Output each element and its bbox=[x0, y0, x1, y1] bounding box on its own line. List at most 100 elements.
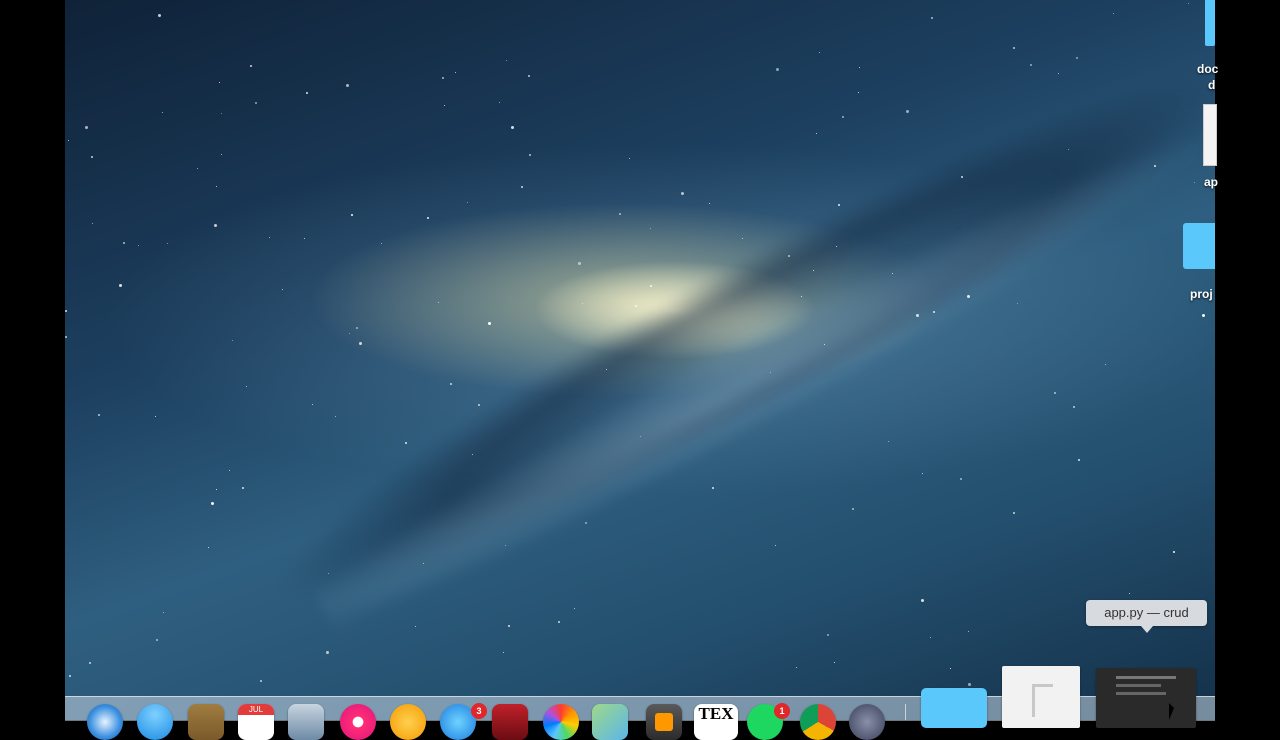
star bbox=[1113, 13, 1114, 14]
star bbox=[635, 305, 637, 307]
star bbox=[852, 508, 854, 510]
star bbox=[813, 270, 814, 271]
safari-compass-icon[interactable] bbox=[87, 704, 123, 740]
star bbox=[478, 404, 480, 406]
star bbox=[742, 238, 743, 239]
mail-icon[interactable] bbox=[137, 704, 173, 740]
star bbox=[444, 105, 445, 106]
star bbox=[89, 662, 91, 664]
star bbox=[1173, 551, 1175, 553]
galaxy-arm bbox=[302, 100, 1215, 650]
star bbox=[1078, 459, 1080, 461]
star bbox=[650, 285, 652, 287]
music-stack-icon[interactable] bbox=[1002, 666, 1080, 728]
terminal-line bbox=[1116, 684, 1161, 687]
star bbox=[506, 60, 507, 61]
star bbox=[712, 487, 714, 489]
star bbox=[933, 311, 935, 313]
star bbox=[415, 626, 416, 627]
star bbox=[816, 133, 817, 134]
star bbox=[442, 77, 444, 79]
star bbox=[930, 637, 931, 638]
star bbox=[232, 340, 233, 341]
star bbox=[968, 683, 971, 686]
calendar-icon[interactable]: JUL bbox=[238, 704, 274, 740]
star bbox=[1076, 57, 1078, 59]
star bbox=[819, 52, 820, 53]
star bbox=[1017, 303, 1018, 304]
star bbox=[916, 314, 919, 317]
calendar-month: JUL bbox=[238, 704, 274, 715]
star bbox=[359, 342, 362, 345]
photos-icon[interactable] bbox=[543, 704, 579, 740]
star bbox=[229, 470, 230, 471]
star bbox=[606, 369, 607, 370]
star bbox=[269, 237, 270, 238]
star bbox=[423, 563, 424, 564]
notes-icon[interactable] bbox=[188, 704, 224, 740]
star bbox=[1054, 392, 1056, 394]
star bbox=[216, 489, 217, 490]
star bbox=[858, 92, 859, 93]
itunes-music-icon[interactable] bbox=[340, 704, 376, 740]
documents-folder-label: doc bbox=[1197, 62, 1219, 76]
star bbox=[888, 441, 889, 442]
star bbox=[427, 217, 429, 219]
star bbox=[834, 662, 835, 663]
star bbox=[619, 213, 621, 215]
screen: doc d ap proj app.py — crud JUL 3 TEX 1 bbox=[0, 0, 1280, 740]
star bbox=[381, 243, 382, 244]
star bbox=[859, 67, 860, 68]
star bbox=[438, 302, 439, 303]
star bbox=[574, 608, 575, 609]
star bbox=[824, 344, 825, 345]
python-file-icon[interactable] bbox=[1203, 104, 1217, 166]
star bbox=[503, 652, 504, 653]
app-store-badge: 3 bbox=[471, 703, 487, 719]
star bbox=[328, 573, 329, 574]
star bbox=[221, 154, 222, 155]
tex-label: TEX bbox=[698, 704, 734, 723]
star bbox=[467, 202, 468, 203]
gear-icon[interactable] bbox=[849, 704, 885, 740]
star bbox=[197, 168, 198, 169]
star bbox=[582, 303, 583, 304]
dock-tooltip-arrow bbox=[1141, 626, 1153, 633]
star bbox=[1202, 314, 1205, 317]
star bbox=[578, 262, 581, 265]
terminal-line bbox=[1116, 692, 1166, 695]
star bbox=[69, 675, 71, 677]
star bbox=[650, 228, 651, 229]
star bbox=[967, 295, 970, 298]
chrome-icon[interactable] bbox=[800, 704, 836, 740]
star bbox=[681, 192, 684, 195]
star bbox=[529, 154, 531, 156]
desktop-wallpaper[interactable] bbox=[65, 0, 1215, 720]
star bbox=[163, 612, 164, 613]
star bbox=[219, 82, 220, 83]
star bbox=[1030, 64, 1032, 66]
tex-icon[interactable]: TEX bbox=[694, 704, 738, 740]
documents-folder-icon[interactable] bbox=[1205, 0, 1215, 46]
maps-icon[interactable] bbox=[592, 704, 628, 740]
star bbox=[123, 242, 125, 244]
star bbox=[250, 65, 252, 67]
star bbox=[842, 116, 844, 118]
terminal-window-thumbnail[interactable] bbox=[1096, 668, 1196, 728]
documents-stack-folder-icon[interactable] bbox=[921, 688, 987, 728]
projects-folder-icon[interactable] bbox=[1183, 223, 1215, 269]
star bbox=[950, 668, 951, 669]
star bbox=[450, 383, 452, 385]
star bbox=[304, 238, 305, 239]
python-file-label: ap bbox=[1204, 175, 1219, 189]
star bbox=[776, 68, 779, 71]
photo-booth-icon[interactable] bbox=[492, 704, 528, 740]
star bbox=[709, 203, 710, 204]
star bbox=[961, 176, 963, 178]
preview-icon[interactable] bbox=[288, 704, 324, 740]
star bbox=[836, 246, 837, 247]
sublime-text-icon[interactable] bbox=[646, 704, 682, 740]
ibooks-book-icon[interactable] bbox=[390, 704, 426, 740]
star bbox=[260, 680, 262, 682]
projects-folder-label: proj bbox=[1190, 287, 1213, 301]
